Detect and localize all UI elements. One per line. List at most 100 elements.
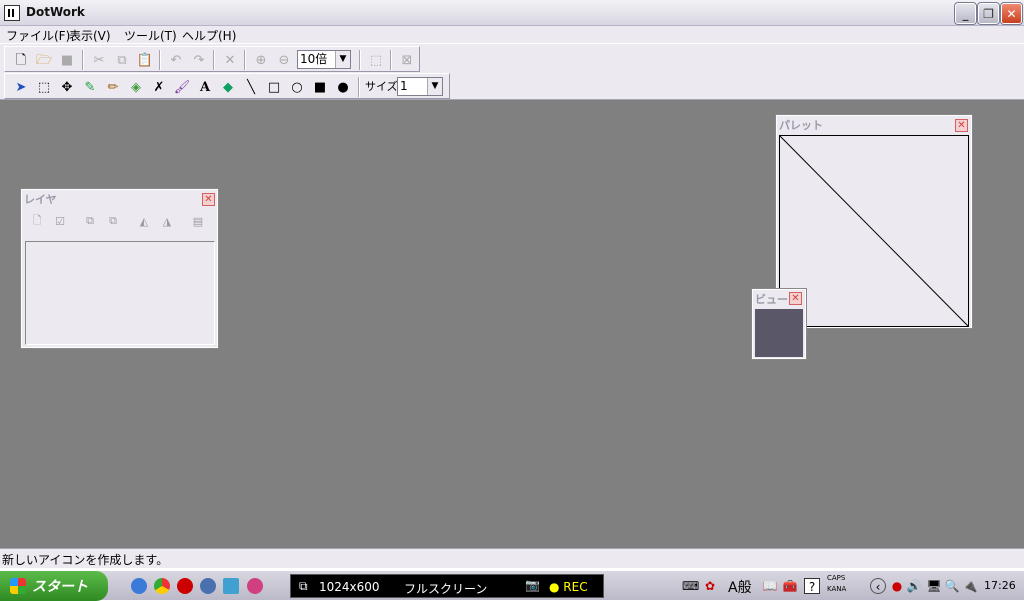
close-icon[interactable]: ✕: [202, 193, 215, 206]
duplicate-layer-icon[interactable]: ⧉: [81, 212, 99, 230]
copy-layer-icon[interactable]: ⧉: [104, 212, 122, 230]
app-icon[interactable]: [223, 578, 239, 594]
separator: [82, 50, 84, 70]
search-icon[interactable]: 🔍: [944, 578, 960, 594]
view-panel-title: ビュー: [755, 293, 788, 306]
taskbar: スタート ⧉ 1024x600 フルスクリーン 📷 ● REC ⌨ ✿ A般 📖…: [0, 570, 1024, 601]
zoom-value: 10倍: [300, 52, 328, 66]
palette-grid[interactable]: [779, 135, 969, 327]
size-label: サイズ: [365, 80, 398, 93]
connection-icon[interactable]: 🔌: [962, 578, 978, 594]
tools-toolbar: ➤ ⬚ ✥ ✎ ✏ ◈ ✗ 🖌 A ◆ ╲ □ ○ ■ ● サイズ 1 ▼: [4, 73, 450, 99]
pointer-tool-icon[interactable]: ➤: [11, 77, 31, 97]
menu-tools[interactable]: ツール(T): [124, 27, 177, 44]
view-panel: ビュー ✕: [751, 288, 807, 360]
merge-all-icon[interactable]: ◮: [158, 212, 176, 230]
layer-panel: レイヤ ✕ 🗋 ☑ ⧉ ⧉ ◭ ◮ ▤: [20, 188, 219, 349]
ie-icon[interactable]: [131, 578, 147, 594]
chevron-down-icon[interactable]: ▼: [335, 51, 350, 68]
status-text: 新しいアイコンを作成します。: [2, 553, 169, 567]
menu-bar: ファイル(F) 表示(V) ツール(T) ヘルプ(H): [0, 26, 1024, 44]
maximize-button[interactable]: ❐: [977, 2, 1000, 25]
ime-pad-icon[interactable]: ✿: [702, 578, 718, 594]
separator: [359, 50, 361, 70]
chrome-icon[interactable]: [154, 578, 170, 594]
zoom-in-icon[interactable]: ⊕: [251, 50, 271, 70]
line-tool-icon[interactable]: ╲: [241, 77, 261, 97]
paste-icon[interactable]: 📋: [135, 50, 155, 70]
move-tool-icon[interactable]: ✥: [57, 77, 77, 97]
eyedropper-icon[interactable]: ✎: [80, 77, 100, 97]
rectangle-outline-icon[interactable]: □: [264, 77, 284, 97]
layer-check-icon[interactable]: ☑: [51, 212, 69, 230]
network-icon[interactable]: 🖥: [926, 578, 942, 594]
menu-file[interactable]: ファイル(F): [6, 27, 70, 44]
separator: [244, 50, 246, 70]
toolbar-area: 🗋 🗁 ■ ✂ ⧉ 📋 ↶ ↷ ✕ ⊕ ⊖ 10倍 ▼ ⬚ ⊠ ➤ ⬚ ✥ ✎ …: [0, 44, 1024, 100]
brush-icon[interactable]: 🖌: [172, 77, 192, 97]
main-toolbar: 🗋 🗁 ■ ✂ ⧉ 📋 ↶ ↷ ✕ ⊕ ⊖ 10倍 ▼ ⬚ ⊠: [4, 46, 420, 72]
title-bar: DotWork _ ❐ ✕: [0, 0, 1024, 26]
zoom-select[interactable]: 10倍 ▼: [297, 50, 351, 69]
layer-panel-title: レイヤ: [24, 193, 57, 206]
tools-icon[interactable]: 🧰: [782, 578, 798, 594]
fill-bucket-icon[interactable]: ◆: [218, 77, 238, 97]
record-icon[interactable]: ●: [889, 578, 905, 594]
media-icon[interactable]: [200, 578, 216, 594]
size-select[interactable]: 1 ▼: [397, 77, 443, 96]
layer-list[interactable]: [25, 241, 215, 345]
help-icon[interactable]: ?: [804, 578, 820, 594]
merge-down-icon[interactable]: ◭: [135, 212, 153, 230]
close-icon[interactable]: ✕: [955, 119, 968, 132]
app-icon[interactable]: [4, 5, 20, 21]
record-app-icon[interactable]: [177, 578, 193, 594]
start-button[interactable]: スタート: [0, 571, 108, 601]
text-tool-icon[interactable]: A: [195, 77, 215, 97]
eraser-icon[interactable]: ◈: [126, 77, 146, 97]
new-layer-icon[interactable]: 🗋: [28, 212, 46, 230]
new-file-icon[interactable]: 🗋: [11, 50, 31, 70]
separator: [159, 50, 161, 70]
dictionary-icon[interactable]: 📖: [762, 578, 778, 594]
layer-properties-icon[interactable]: ▤: [189, 212, 207, 230]
window-icon: ⧉: [299, 579, 308, 593]
size-value: 1: [400, 79, 408, 93]
close-button[interactable]: ✕: [1000, 2, 1023, 25]
undo-icon[interactable]: ↶: [166, 50, 186, 70]
zoom-out-icon[interactable]: ⊖: [274, 50, 294, 70]
redo-icon[interactable]: ↷: [189, 50, 209, 70]
chevron-left-icon[interactable]: ‹: [870, 578, 886, 594]
copy-icon[interactable]: ⧉: [112, 50, 132, 70]
open-folder-icon[interactable]: 🗁: [34, 50, 54, 70]
separator: [390, 50, 392, 70]
kana-indicator: KANA: [827, 585, 847, 593]
keyboard-icon[interactable]: ⌨: [682, 578, 699, 594]
camera-icon[interactable]: 📷: [525, 578, 540, 592]
gear-icon[interactable]: [247, 578, 263, 594]
deselect-icon[interactable]: ⊠: [397, 50, 417, 70]
replace-color-icon[interactable]: ✗: [149, 77, 169, 97]
delete-icon[interactable]: ✕: [220, 50, 240, 70]
rect-select-icon[interactable]: ⬚: [34, 77, 54, 97]
menu-view[interactable]: 表示(V): [69, 27, 111, 44]
ime-mode[interactable]: A般: [728, 577, 752, 597]
ellipse-outline-icon[interactable]: ○: [287, 77, 307, 97]
selection-frame-icon[interactable]: ⬚: [366, 50, 386, 70]
minimize-button[interactable]: _: [954, 2, 977, 25]
chevron-down-icon[interactable]: ▼: [427, 78, 442, 95]
ellipse-filled-icon[interactable]: ●: [333, 77, 353, 97]
save-icon[interactable]: ■: [57, 50, 77, 70]
close-icon[interactable]: ✕: [789, 292, 802, 305]
window-title: DotWork: [26, 5, 85, 19]
menu-help[interactable]: ヘルプ(H): [182, 27, 236, 44]
rec-indicator[interactable]: ● REC: [549, 580, 588, 594]
status-bar: 新しいアイコンを作成します。: [0, 548, 1024, 568]
pencil-icon[interactable]: ✏: [103, 77, 123, 97]
task-capture-window[interactable]: ⧉ 1024x600 フルスクリーン 📷 ● REC: [290, 574, 604, 598]
task-resolution: 1024x600: [319, 580, 380, 594]
rectangle-filled-icon[interactable]: ■: [310, 77, 330, 97]
separator: [358, 77, 360, 97]
clock: 17:26: [984, 579, 1016, 592]
cut-icon[interactable]: ✂: [89, 50, 109, 70]
volume-icon[interactable]: 🔊: [906, 578, 922, 594]
